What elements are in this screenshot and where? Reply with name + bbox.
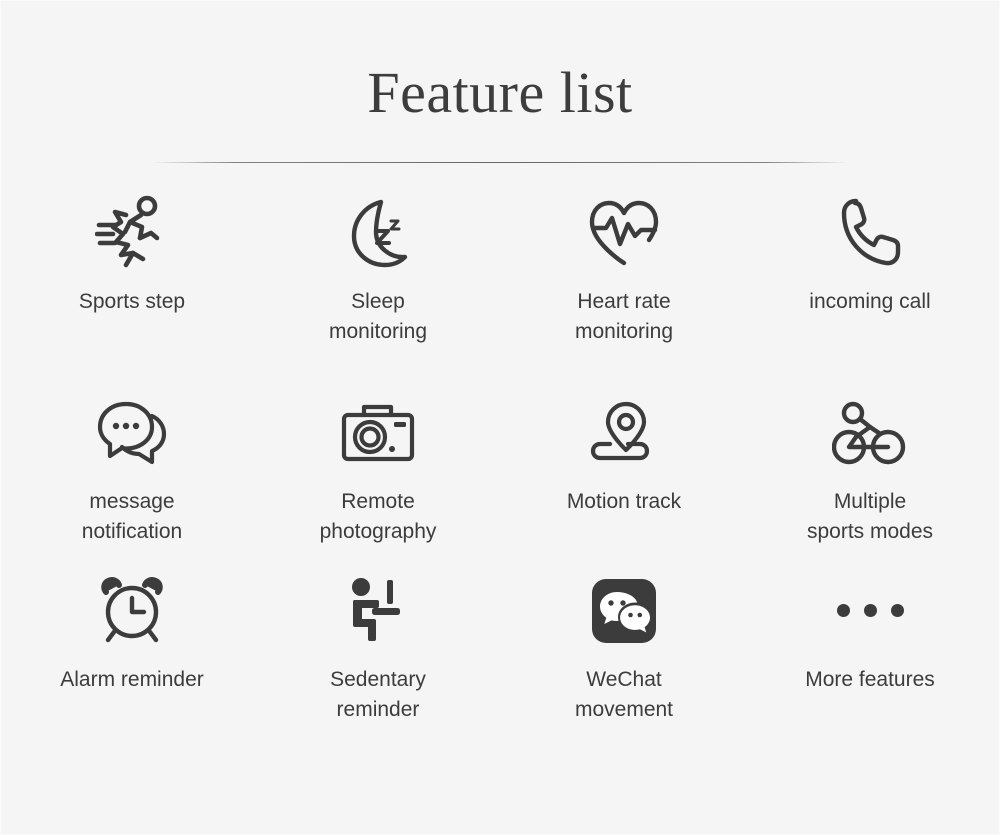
wechat-logo-icon — [592, 573, 656, 649]
feature-item-sleep-monitoring[interactable]: Sleep monitoring — [255, 189, 501, 389]
feature-label: Remote photography — [319, 489, 437, 544]
feature-item-alarm-reminder[interactable]: Alarm reminder — [9, 567, 255, 747]
feature-label: message notification — [81, 489, 183, 544]
phone-handset-icon — [836, 195, 904, 271]
ellipsis-dots-icon — [836, 573, 904, 649]
feature-row-1: Sports step Sleep monitoring Heart rate … — [1, 189, 999, 389]
feature-list-page: Feature list Sports step Sleep monitorin… — [1, 1, 999, 834]
feature-label: WeChat movement — [574, 667, 674, 722]
alarm-clock-icon — [97, 573, 167, 649]
feature-label: Multiple sports modes — [806, 489, 934, 544]
feature-label: Sleep monitoring — [328, 289, 428, 344]
feature-label: Alarm reminder — [60, 667, 204, 691]
feature-label: Sports step — [78, 289, 186, 313]
crescent-moon-zzz-icon — [343, 195, 413, 271]
heart-pulse-icon — [586, 195, 662, 271]
feature-row-3: Alarm reminder Sedentary reminder WeChat… — [1, 567, 999, 747]
dot-2 — [863, 604, 877, 618]
feature-item-motion-track[interactable]: Motion track — [501, 389, 747, 567]
feature-label: Heart rate monitoring — [574, 289, 674, 344]
feature-label: More features — [805, 667, 935, 691]
feature-item-more-features[interactable]: More features — [747, 567, 993, 747]
seated-person-desk-icon — [342, 573, 414, 649]
page-title: Feature list — [367, 60, 633, 125]
title-divider — [152, 161, 848, 163]
feature-label: incoming call — [809, 289, 931, 313]
map-pin-path-icon — [588, 395, 660, 471]
title-block: Feature list — [1, 1, 999, 163]
dot-3 — [890, 604, 904, 618]
bicycle-icon — [832, 395, 908, 471]
feature-item-wechat-movement[interactable]: WeChat movement — [501, 567, 747, 747]
feature-item-sports-step[interactable]: Sports step — [9, 189, 255, 389]
running-person-icon — [95, 195, 169, 271]
dot-1 — [836, 604, 850, 618]
camera-icon — [339, 395, 417, 471]
feature-item-incoming-call[interactable]: incoming call — [747, 189, 993, 389]
feature-item-remote-photography[interactable]: Remote photography — [255, 389, 501, 567]
feature-item-sedentary-reminder[interactable]: Sedentary reminder — [255, 567, 501, 747]
feature-item-heart-rate-monitoring[interactable]: Heart rate monitoring — [501, 189, 747, 389]
feature-row-2: message notification Remote photography — [1, 389, 999, 567]
feature-label: Motion track — [566, 489, 682, 513]
feature-item-multiple-sports-modes[interactable]: Multiple sports modes — [747, 389, 993, 567]
chat-bubbles-icon — [94, 395, 170, 471]
feature-label: Sedentary reminder — [330, 667, 426, 722]
feature-grid: Sports step Sleep monitoring Heart rate … — [1, 189, 999, 747]
feature-item-message-notification[interactable]: message notification — [9, 389, 255, 567]
